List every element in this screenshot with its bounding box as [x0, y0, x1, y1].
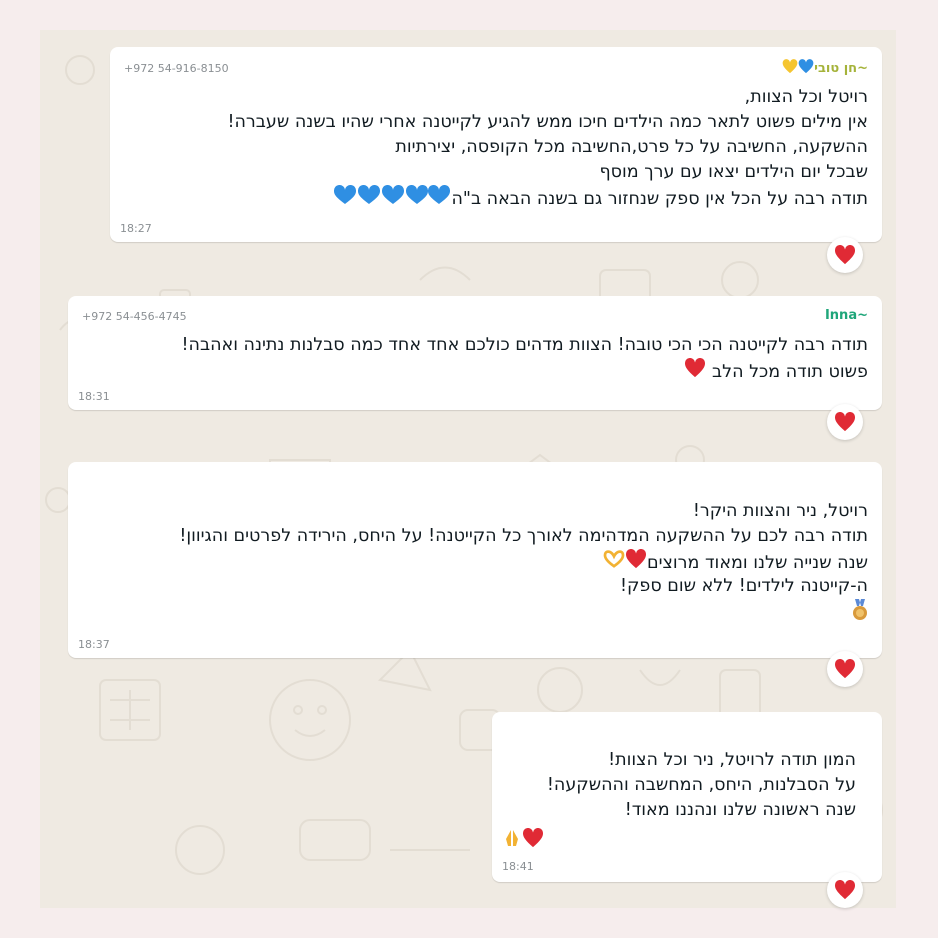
message-line: על הסבלנות, היחס, המחשבה וההשקעה!	[546, 775, 856, 795]
message-text: תודה רבה לקייטנה הכי הכי טובה! הצוות מדה…	[182, 333, 868, 383]
message-time: 18:37	[78, 638, 110, 651]
message-bubble-1[interactable]: ~חן טובי +972 54-916-8150 רויטל וכל הצוו…	[110, 47, 882, 242]
message-text: רויטל וכל הצוות, אין מילים פשוט לתאר כמה…	[227, 85, 868, 210]
red-heart-icon	[834, 245, 856, 265]
message-bubble-3[interactable]: רויטל, ניר והצוות היקר! תודה רבה לכם על …	[68, 462, 882, 658]
message-line: רויטל וכל הצוות,	[744, 87, 868, 107]
message-text: המון תודה לרויטל, ניר וכל הצוות! על הסבל…	[547, 748, 856, 823]
medal-line	[179, 599, 868, 624]
red-heart-icon	[834, 880, 856, 900]
red-heart-icon	[522, 827, 544, 852]
message-bubble-4[interactable]: המון תודה לרויטל, ניר וכל הצוות! על הסבל…	[492, 712, 882, 882]
sender-phone: +972 54-456-4745	[82, 310, 187, 323]
heart-hands-icon	[603, 550, 625, 576]
medal-icon	[852, 599, 868, 629]
message-line: שנה ראשונה שלנו ונהננו מאוד!	[624, 800, 856, 820]
sender-name[interactable]: ~Inna	[825, 308, 868, 323]
message-line: תודה רבה לקייטנה הכי הכי טובה! הצוות מדה…	[181, 335, 868, 355]
message-bubble-2[interactable]: ~Inna +972 54-456-4745 תודה רבה לקייטנה …	[68, 296, 882, 410]
message-line: ההשקעה, החשיבה על כל פרט,החשיבה מכל הקופ…	[395, 137, 868, 157]
blue-hearts-icon	[333, 184, 451, 213]
blue-heart-icon	[798, 59, 814, 78]
message-time: 18:41	[502, 860, 534, 873]
red-heart-icon	[625, 548, 647, 577]
message-line: ה-קייטנה לילדים! ללא שום ספק!	[619, 576, 868, 596]
reaction-badge[interactable]	[827, 651, 863, 687]
message-line: רויטל, ניר והצוות היקר!	[692, 501, 868, 521]
red-heart-icon	[834, 659, 856, 679]
sender-name[interactable]: ~חן טובי	[782, 59, 868, 78]
message-time: 18:31	[78, 390, 110, 403]
message-line: המון תודה לרויטל, ניר וכל הצוות!	[608, 750, 856, 770]
red-heart-icon	[684, 357, 706, 386]
message-line-with-emoji: שנה שנייה שלנו ומאוד מרוצים	[179, 548, 868, 577]
message-time: 18:27	[120, 222, 152, 235]
yellow-heart-icon	[782, 59, 798, 78]
message-line: אין מילים פשוט לתאר כמה הילדים חיכו ממש …	[227, 112, 868, 132]
reaction-badge[interactable]	[827, 237, 863, 273]
red-heart-icon	[834, 412, 856, 432]
message-line-with-heart: פשוט תודה מכל הלב	[182, 357, 868, 386]
sender-phone: +972 54-916-8150	[124, 62, 229, 75]
reaction-badge[interactable]	[827, 872, 863, 908]
message-line-with-hearts: תודה רבה על הכל אין ספק שנחזור גם בשנה ה…	[227, 184, 868, 213]
message-line: תודה רבה לכם על ההשקעה המדהימה לאורך כל …	[179, 526, 868, 546]
folded-hands-icon	[502, 828, 522, 852]
message-text: רויטל, ניר והצוות היקר! תודה רבה לכם על …	[179, 499, 868, 624]
reaction-badge[interactable]	[827, 404, 863, 440]
emoji-line	[502, 827, 544, 852]
message-line: שבכל יום הילדים יצאו עם ערך מוסף	[599, 162, 868, 182]
